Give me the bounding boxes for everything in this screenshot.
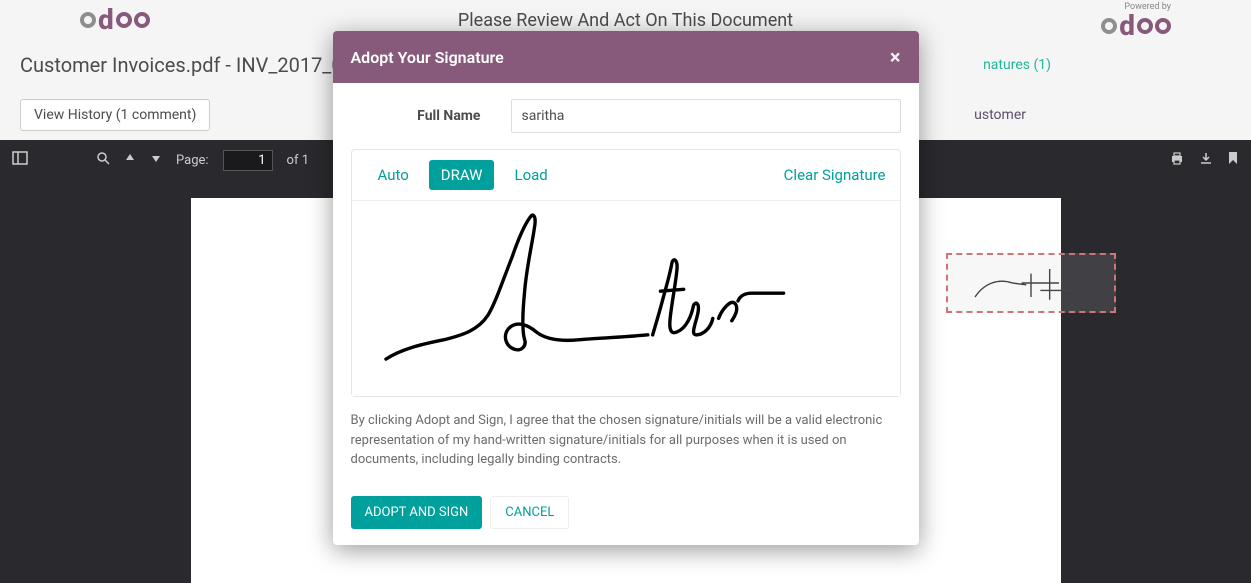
full-name-input[interactable] [511, 99, 901, 133]
modal-backdrop: Adopt Your Signature × Full Name Auto DR… [0, 0, 1251, 583]
full-name-label: Full Name [351, 108, 481, 124]
close-icon[interactable]: × [890, 45, 901, 69]
adopt-signature-modal: Adopt Your Signature × Full Name Auto DR… [333, 31, 919, 545]
signature-tabs: Auto DRAW Load Clear Signature [352, 150, 900, 201]
adopt-and-sign-button[interactable]: ADOPT AND SIGN [351, 496, 483, 529]
modal-body: Full Name Auto DRAW Load Clear Signature… [333, 83, 919, 496]
signature-panel: Auto DRAW Load Clear Signature [351, 149, 901, 397]
tab-load[interactable]: Load [502, 160, 559, 190]
full-name-row: Full Name [351, 99, 901, 133]
tab-draw[interactable]: DRAW [429, 160, 495, 190]
tab-auto[interactable]: Auto [366, 160, 421, 190]
cancel-button[interactable]: CANCEL [490, 496, 569, 529]
clear-signature-button[interactable]: Clear Signature [784, 166, 886, 184]
modal-footer: ADOPT AND SIGN CANCEL [333, 496, 919, 545]
modal-title: Adopt Your Signature [351, 48, 504, 67]
modal-header: Adopt Your Signature × [333, 31, 919, 83]
consent-text: By clicking Adopt and Sign, I agree that… [351, 411, 901, 470]
signature-canvas[interactable] [352, 201, 900, 396]
